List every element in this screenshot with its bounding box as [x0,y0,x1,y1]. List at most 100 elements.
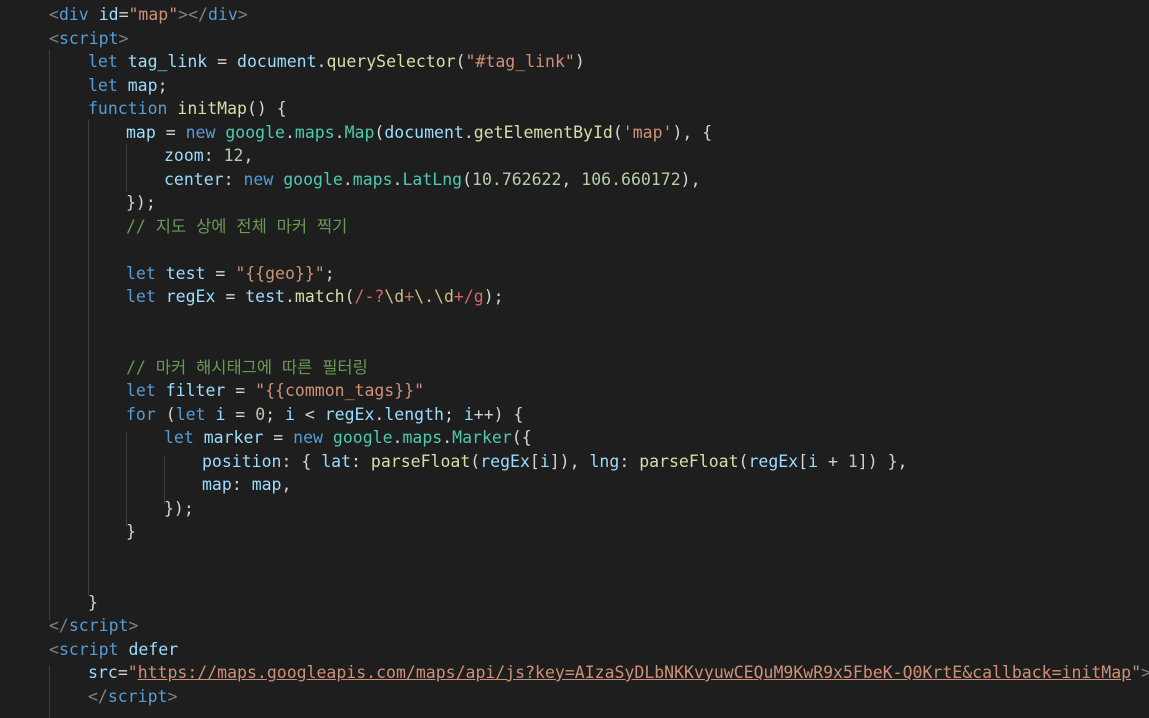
code-token: maps [294,122,335,142]
code-token: lng [589,451,620,471]
code-line[interactable]: let tag_link = document.querySelector("#… [88,50,585,74]
code-token: initMap [177,99,247,118]
code-token: map [202,475,232,494]
code-token: . [392,169,403,189]
code-line[interactable]: map: map, [202,473,291,497]
code-token: : [619,451,640,471]
code-line[interactable]: position: { lat: parseFloat(regEx[i]), l… [202,450,907,474]
code-line[interactable]: for (let i = 0; i < regEx.length; i++) { [126,403,523,427]
code-line[interactable]: </script> [49,614,138,638]
code-token: LatLng [402,169,463,189]
code-token: : [231,475,252,494]
code-token: = [263,428,294,447]
code-token: + [404,287,415,306]
indent-guide [126,432,127,526]
code-line[interactable]: }); [164,497,194,521]
code-line[interactable]: }); [126,191,156,215]
code-token: 106.660172 [581,169,681,189]
code-token: +/g [453,287,484,306]
code-token: tag_link [127,52,208,71]
code-token: = [207,52,238,71]
code-token: regEx [324,404,375,424]
code-line[interactable]: <script defer [49,638,178,662]
code-token: , [243,146,254,165]
code-token: map [126,122,156,142]
code-token: ]) }, [857,451,908,471]
code-line[interactable]: let test = "{{geo}}"; [126,262,335,286]
code-token: < [49,5,59,24]
indent-guide [126,144,127,192]
code-line[interactable]: <script> [49,27,128,51]
code-token: ( [612,122,623,142]
code-token: > [167,686,178,706]
code-token: i [215,404,226,424]
code-token: test [165,263,206,283]
code-token: }); [164,498,194,518]
code-token: . [284,287,295,306]
code-token: 'map' [622,122,673,142]
code-token: ); [483,287,504,306]
code-line[interactable]: // 지도 상에 전체 마커 찍기 [126,215,347,239]
code-token: , [561,169,582,189]
code-line[interactable]: center: new google.maps.LatLng(10.762622… [164,168,701,192]
code-token: + [818,451,848,471]
code-token: /-? [354,287,385,306]
code-token: ) [574,52,585,71]
code-token: [ [529,451,540,471]
code-line[interactable]: </script> [88,685,177,709]
code-line[interactable]: <div id="map"></div> [49,3,248,27]
code-token: position [202,451,282,471]
code-token: ; [265,404,285,424]
code-token: . [284,122,295,142]
code-editor[interactable]: <div id="map"></div> <script> let tag_link… [0,0,1149,718]
code-line[interactable]: } [126,520,136,544]
code-token: script [58,639,119,659]
code-line[interactable]: } [88,591,98,615]
code-token: new [185,122,216,142]
code-line[interactable]: zoom: 12, [164,144,253,168]
code-token: "#tag_link" [465,52,575,71]
code-token: length [384,404,444,424]
code-token: i [808,451,819,471]
code-token: let [88,52,118,71]
code-token: regEx [165,287,216,306]
code-token: : { [281,451,322,471]
code-token: \d [434,287,454,306]
code-token: , [281,475,292,494]
code-line[interactable]: let map; [88,74,168,98]
code-token: . [392,428,403,447]
code-line[interactable]: let filter = "{{common_tags}}" [126,379,424,403]
code-line[interactable]: // 마커 해시태그에 따른 필터링 [126,356,368,380]
code-token: div [207,5,238,24]
code-token: () { [246,99,287,118]
code-token: < [49,639,59,659]
code-token: 0 [255,404,266,424]
code-token: ; [443,404,464,424]
code-token: }); [126,193,156,212]
code-token: parseFloat [639,451,739,471]
indent-guide [49,666,50,718]
code-token: ( [738,451,749,471]
code-token: . [442,428,453,447]
code-token: defer [128,639,179,659]
code-line[interactable]: let marker = new google.maps.Marker({ [164,426,532,450]
code-line[interactable]: src="https://maps.googleapis.com/maps/ap… [88,661,1149,685]
code-token: 1 [847,451,858,471]
code-token: Map [344,122,375,142]
code-token: let [126,287,156,306]
code-token: 10.762622 [472,169,562,189]
code-token: maps [402,428,443,447]
code-token: \. [414,287,435,306]
code-token: </ [49,616,69,635]
code-line[interactable]: function initMap() { [88,97,287,121]
code-line[interactable]: map = new google.maps.Map(document.getEl… [126,121,712,145]
code-token: for [126,404,156,424]
code-token: parseFloat [370,451,471,471]
code-token: > [1141,663,1149,682]
code-line[interactable]: let regEx = test.match(/-?\d+\.\d+/g); [126,285,504,309]
